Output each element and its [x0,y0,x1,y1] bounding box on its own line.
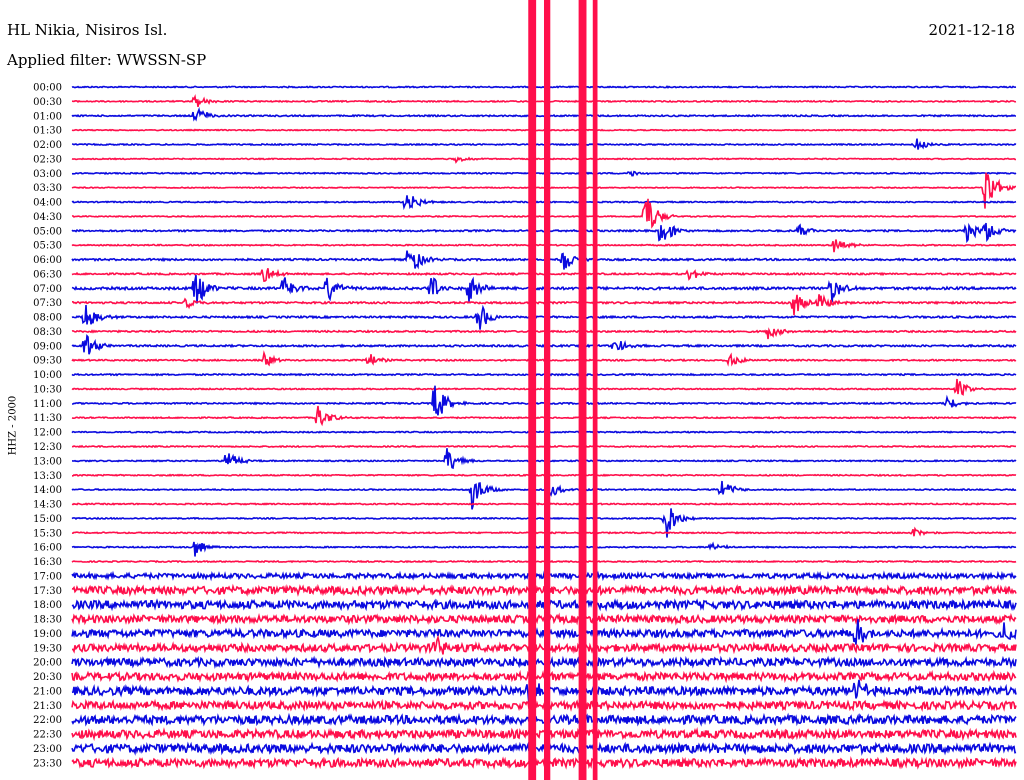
tick-label: 11:00 [33,399,62,410]
tick-label: 04:30 [33,212,62,223]
tick-label: 23:00 [33,744,62,755]
saturated-burst [528,0,537,780]
tick-label: 19:30 [33,643,62,654]
tick-label: 15:30 [33,528,62,539]
tick-label: 13:30 [33,471,62,482]
tick-label: 05:00 [33,226,62,237]
tick-label: 16:00 [33,543,62,554]
tick-label: 00:00 [33,83,62,94]
tick-label: 22:30 [33,730,62,741]
tick-label: 20:30 [33,672,62,683]
tick-label: 18:00 [33,600,62,611]
saturated-burst [592,0,598,780]
tick-label: 23:30 [33,758,62,769]
tick-label: 05:30 [33,241,62,252]
tick-label: 12:30 [33,442,62,453]
tick-label: 03:30 [33,183,62,194]
tick-label: 06:30 [33,269,62,280]
tick-label: 08:30 [33,327,62,338]
saturated-burst [544,0,551,780]
tick-label: 14:00 [33,485,62,496]
tick-label: 09:00 [33,341,62,352]
tick-label: 22:00 [33,715,62,726]
seismogram-plot: 00:00 00:30 01:00 01:30 02:00 02:30 03:00 03:30… [33,0,1017,780]
tick-label: 19:00 [33,629,62,640]
tick-label: 17:30 [33,586,62,597]
tick-label: 03:00 [33,169,62,180]
saturated-burst [578,0,587,780]
tick-label: 10:30 [33,384,62,395]
tick-label: 02:30 [33,154,62,165]
tick-label: 07:30 [33,298,62,309]
tick-label: 21:30 [33,701,62,712]
tick-label: 01:00 [33,111,62,122]
tick-label: 16:30 [33,557,62,568]
helicorder-view: HL Nikia, Nisiros Isl. Applied filter: W… [0,0,1024,780]
tick-label: 00:30 [33,97,62,108]
tick-label: 06:00 [33,255,62,266]
tick-label: 10:00 [33,370,62,381]
tick-label: 17:00 [33,571,62,582]
tick-label: 20:00 [33,658,62,669]
tick-label: 04:00 [33,198,62,209]
tick-label: 08:00 [33,313,62,324]
tick-label: 15:00 [33,514,62,525]
tick-label: 01:30 [33,126,62,137]
tick-label: 21:00 [33,686,62,697]
tick-label: 11:30 [33,413,62,424]
tick-label: 14:30 [33,500,62,511]
tick-label: 02:00 [33,140,62,151]
tick-label: 12:00 [33,428,62,439]
tick-label: 09:30 [33,356,62,367]
tick-label: 13:00 [33,456,62,467]
tick-label: 18:30 [33,615,62,626]
tick-label: 07:00 [33,284,62,295]
